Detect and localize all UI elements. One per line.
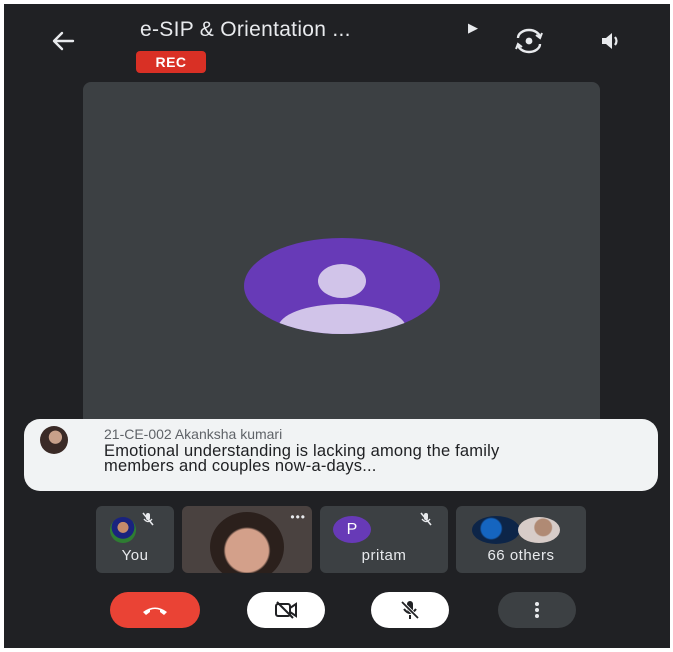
participant-label: 66 others bbox=[487, 547, 555, 564]
avatar bbox=[110, 517, 136, 543]
mic-off-icon bbox=[420, 512, 432, 526]
more-vert-icon bbox=[535, 602, 539, 618]
participant-tile-pritam[interactable]: P pritam bbox=[320, 506, 448, 573]
switch-camera-button[interactable] bbox=[514, 26, 544, 56]
mic-off-icon bbox=[400, 600, 420, 620]
more-dots-icon[interactable]: ••• bbox=[290, 510, 306, 524]
camera-toggle-button[interactable] bbox=[247, 592, 325, 628]
avatar-head bbox=[318, 264, 366, 298]
participant-label: You bbox=[121, 547, 149, 564]
switch-camera-icon bbox=[515, 28, 543, 54]
avatar bbox=[518, 517, 560, 543]
arrow-left-icon bbox=[52, 31, 75, 51]
mic-toggle-button[interactable] bbox=[371, 592, 449, 628]
live-caption: 21-CE-002 Akanksha kumari Emotional unde… bbox=[24, 419, 658, 491]
participant-video bbox=[210, 512, 284, 573]
end-call-icon bbox=[143, 607, 167, 615]
participant-label: pritam bbox=[361, 547, 407, 564]
caption-speaker-name: 21-CE-002 Akanksha kumari bbox=[104, 426, 283, 442]
avatar-body bbox=[278, 304, 406, 334]
participant-tile-others[interactable]: 66 others bbox=[456, 506, 586, 573]
avatar: P bbox=[333, 516, 371, 543]
speaker-avatar bbox=[40, 426, 68, 454]
main-participant-tile[interactable] bbox=[83, 82, 600, 432]
avatar bbox=[472, 516, 520, 544]
more-options-button[interactable] bbox=[498, 592, 576, 628]
caption-text: Emotional understanding is lacking among… bbox=[104, 442, 500, 475]
person-avatar-icon bbox=[244, 238, 440, 334]
participant-tile-you[interactable]: You bbox=[96, 506, 174, 573]
participant-tile-video[interactable]: ••• bbox=[182, 506, 312, 573]
recording-badge: REC bbox=[136, 51, 206, 73]
audio-output-button[interactable] bbox=[596, 26, 626, 56]
caret-right-icon[interactable]: ▶ bbox=[468, 20, 478, 36]
back-button[interactable] bbox=[48, 26, 78, 56]
meeting-title[interactable]: e-SIP & Orientation ... bbox=[140, 18, 351, 42]
camera-off-icon bbox=[275, 601, 297, 619]
meet-call-screen: e-SIP & Orientation ... ▶ REC 21-CE-002 … bbox=[4, 4, 670, 648]
mic-off-icon bbox=[142, 512, 154, 526]
end-call-button[interactable] bbox=[110, 592, 200, 628]
volume-icon bbox=[602, 33, 618, 49]
